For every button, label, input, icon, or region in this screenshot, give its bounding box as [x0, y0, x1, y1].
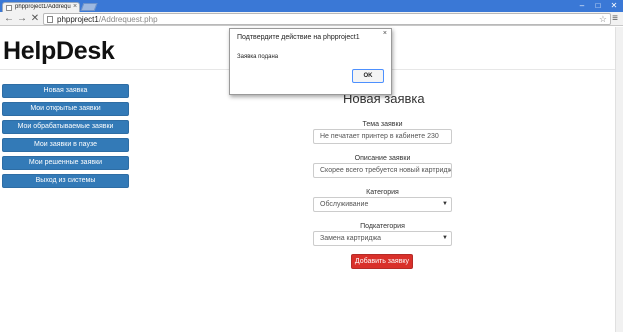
sidebar-item-logout[interactable]: Выход из системы: [2, 174, 129, 188]
dialog-message: Заявка подана: [237, 54, 279, 60]
back-icon[interactable]: ←: [3, 13, 15, 25]
category-selected-value: Обслуживание: [320, 201, 369, 208]
dialog-close-icon[interactable]: ×: [383, 30, 387, 38]
browser-toolbar: ← → ✕ phpproject1/Addrequest.php ☆ ≡: [0, 12, 623, 26]
brand-title[interactable]: HelpDesk: [3, 36, 115, 66]
subcategory-label: Подкатегория: [360, 223, 405, 230]
add-request-button[interactable]: Добавить заявку: [351, 254, 413, 269]
page-favicon-icon: [6, 5, 12, 11]
dialog-title: Подтвердите действие на phpproject1: [237, 34, 360, 41]
browser-menu-icon[interactable]: ≡: [610, 13, 620, 25]
sidebar-item-my-processing-requests[interactable]: Мои обрабатываемые заявки: [2, 120, 129, 134]
minimize-icon[interactable]: –: [577, 1, 587, 10]
sidebar-item-my-solved-requests[interactable]: Мои решенные заявки: [2, 156, 129, 170]
window-controls: – □ ✕: [577, 1, 619, 10]
browser-titlebar: phpproject1/Addrequest.p × – □ ✕: [0, 0, 623, 12]
subject-input[interactable]: Не печатает принтер в кабинете 230: [313, 129, 452, 144]
forward-icon[interactable]: →: [16, 13, 28, 25]
tab-close-icon[interactable]: ×: [73, 3, 77, 11]
category-select[interactable]: Обслуживание ▼: [313, 197, 452, 212]
subcategory-select[interactable]: Замена картриджа ▼: [313, 231, 452, 246]
maximize-icon[interactable]: □: [593, 1, 603, 10]
subcategory-selected-value: Замена картриджа: [320, 235, 382, 242]
subject-label: Тема заявки: [362, 121, 403, 128]
sidebar-item-new-request[interactable]: Новая заявка: [2, 84, 129, 98]
url-path: /Addrequest.php: [98, 15, 158, 24]
sidebar-item-my-open-requests[interactable]: Мои открытые заявки: [2, 102, 129, 116]
browser-tab[interactable]: phpproject1/Addrequest.p ×: [2, 2, 80, 12]
close-window-icon[interactable]: ✕: [609, 1, 619, 10]
vertical-scrollbar[interactable]: [615, 27, 623, 332]
confirm-dialog: Подтвердите действие на phpproject1 × За…: [229, 28, 392, 95]
new-tab-button[interactable]: [80, 3, 98, 11]
page-icon: [47, 16, 53, 23]
address-bar[interactable]: phpproject1/Addrequest.php ☆: [43, 13, 611, 25]
sidebar-item-my-paused-requests[interactable]: Мои заявки в паузе: [2, 138, 129, 152]
chevron-down-icon: ▼: [442, 235, 448, 241]
category-label: Категория: [366, 189, 399, 196]
dialog-ok-button[interactable]: OK: [352, 69, 384, 83]
stop-loading-icon[interactable]: ✕: [29, 13, 41, 25]
description-label: Описание заявки: [354, 155, 411, 162]
bookmark-star-icon[interactable]: ☆: [599, 14, 607, 25]
url-host: phpproject1: [57, 15, 99, 24]
url-text: phpproject1/Addrequest.php: [57, 15, 158, 24]
chevron-down-icon: ▼: [442, 201, 448, 207]
description-input[interactable]: Скорее всего требуется новый картридж: [313, 163, 452, 178]
sidebar-menu: Новая заявка Мои открытые заявки Мои обр…: [2, 84, 129, 192]
tab-title: phpproject1/Addrequest.p: [15, 4, 71, 10]
